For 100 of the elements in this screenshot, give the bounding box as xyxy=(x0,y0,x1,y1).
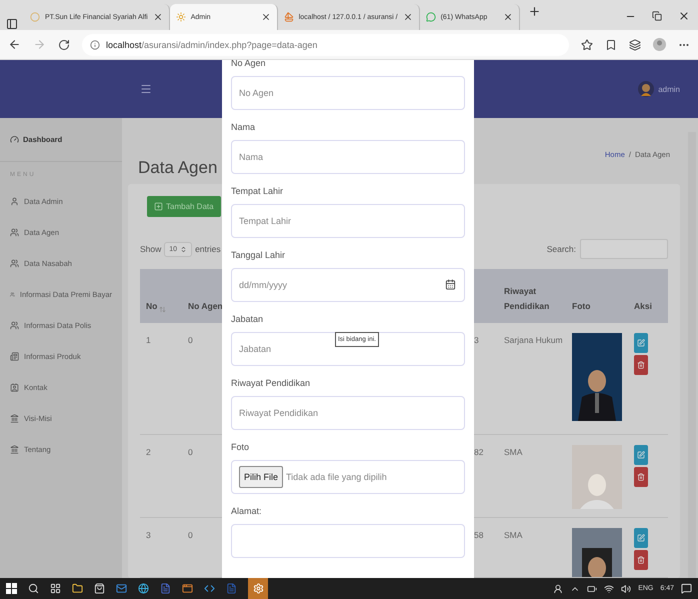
sun-icon xyxy=(176,12,186,22)
gear-icon xyxy=(252,583,264,594)
column-header[interactable]: Riwayat Pendidikan xyxy=(498,269,566,323)
word-icon[interactable] xyxy=(226,583,237,594)
restore-icon[interactable] xyxy=(652,11,662,21)
info-icon xyxy=(90,40,100,50)
profile-icon[interactable] xyxy=(653,38,666,51)
browser-icon[interactable] xyxy=(138,583,149,594)
building-icon xyxy=(10,414,19,423)
sailboat-icon xyxy=(284,12,294,22)
battery-icon xyxy=(587,584,598,594)
calendar-icon[interactable] xyxy=(445,279,456,290)
scrollbar[interactable] xyxy=(688,132,696,578)
close-icon[interactable] xyxy=(678,10,690,22)
building-icon xyxy=(10,445,19,454)
choose-file-button[interactable]: Pilih File xyxy=(239,466,284,488)
edit-icon xyxy=(637,534,645,542)
edit-button[interactable] xyxy=(634,445,648,465)
newspaper-icon xyxy=(10,352,19,361)
delete-button[interactable] xyxy=(634,355,648,375)
plus-icon xyxy=(154,202,163,211)
avatar-icon[interactable] xyxy=(638,81,654,97)
field-label: Tempat Lahir xyxy=(231,186,284,196)
notifications-icon[interactable] xyxy=(681,583,692,594)
edit-icon xyxy=(637,339,645,347)
trash-icon xyxy=(637,473,645,481)
table-cell-text: 0 xyxy=(188,334,193,347)
trash-icon xyxy=(637,556,645,564)
table-cell-text: 58 xyxy=(474,529,484,542)
mail-icon[interactable] xyxy=(116,583,127,594)
field-label: Jabatan xyxy=(231,314,264,324)
table-cell-text: 82 xyxy=(474,446,484,459)
users-icon xyxy=(10,321,19,330)
field-label: Tanggal Lahir xyxy=(231,250,286,260)
column-header[interactable]: Foto xyxy=(566,269,628,323)
file-status: Tidak ada file yang dipilih xyxy=(286,472,387,482)
table-cell-text: 3 xyxy=(146,529,151,542)
delete-button[interactable] xyxy=(634,550,648,570)
page-title: Data Agen xyxy=(138,158,218,178)
delete-button[interactable] xyxy=(634,467,648,487)
collections-icon[interactable] xyxy=(629,38,641,50)
close-icon[interactable] xyxy=(260,12,271,22)
table-cell-text: 0 xyxy=(188,446,193,459)
file-input[interactable]: Pilih File Tidak ada file yang dipilih xyxy=(231,460,465,494)
input-field[interactable]: Nama xyxy=(231,140,465,174)
task-view-icon[interactable] xyxy=(50,583,61,594)
reload-icon[interactable] xyxy=(58,38,70,50)
input-field[interactable]: Tempat Lahir xyxy=(231,204,465,238)
contact-card-icon xyxy=(10,383,19,392)
add-data-button[interactable]: Tambah Data xyxy=(147,196,221,217)
star-icon[interactable] xyxy=(581,38,593,50)
url-text: localhost/asuransi/admin/index.php?page=data-agen xyxy=(106,40,318,50)
field-label: Nama xyxy=(231,122,256,132)
users-icon xyxy=(10,290,15,299)
table-cell-text: SMA xyxy=(504,529,522,542)
table-cell-text: 1 xyxy=(146,334,151,347)
close-icon[interactable] xyxy=(152,12,163,22)
table-cell-text: 3 xyxy=(474,334,479,347)
search-field[interactable] xyxy=(580,239,668,259)
chat-icon xyxy=(426,12,436,22)
document-icon[interactable] xyxy=(160,583,171,594)
edit-button[interactable] xyxy=(634,528,648,548)
close-icon[interactable] xyxy=(402,12,413,22)
windows-logo-icon[interactable] xyxy=(6,583,17,594)
sort-icon xyxy=(159,306,166,313)
people-icon xyxy=(553,584,564,594)
code-editor-icon[interactable] xyxy=(204,583,215,594)
tab-actions-icon[interactable] xyxy=(6,18,18,30)
column-header[interactable]: Aksi xyxy=(628,269,668,323)
user-icon xyxy=(10,197,19,206)
app-icon[interactable] xyxy=(182,583,193,594)
address-bar[interactable]: localhost/asuransi/admin/index.php?page=data-agen xyxy=(82,34,569,56)
input-field[interactable]: No Agen xyxy=(231,76,465,110)
menu-icon[interactable] xyxy=(140,83,152,95)
circle-icon xyxy=(30,12,40,22)
date-field[interactable]: dd/mm/yyyy xyxy=(231,268,465,302)
edit-button[interactable] xyxy=(634,333,648,353)
favorites-icon[interactable] xyxy=(605,38,617,50)
new-tab-icon[interactable] xyxy=(528,5,541,18)
field-label: Riwayat Pendidikan xyxy=(231,378,312,388)
taskbar-app[interactable] xyxy=(248,578,268,599)
trash-icon xyxy=(637,361,645,369)
folder-icon[interactable] xyxy=(72,583,83,594)
wifi-icon xyxy=(604,584,614,594)
search-label: Search: xyxy=(546,244,576,254)
table-cell-text: Sarjana Hukum xyxy=(504,334,563,347)
field-label: Alamat: xyxy=(231,506,263,516)
back-arrow-icon[interactable] xyxy=(8,38,21,51)
show-label: Show xyxy=(140,244,162,254)
select-arrows-icon xyxy=(180,246,188,252)
store-icon[interactable] xyxy=(94,583,105,594)
user-name: admin xyxy=(658,84,680,94)
users-icon xyxy=(10,228,19,237)
close-icon[interactable] xyxy=(502,12,513,22)
volume-icon[interactable] xyxy=(621,584,632,594)
field-label: No Agen xyxy=(231,60,267,68)
edit-icon xyxy=(637,451,645,459)
search-icon[interactable] xyxy=(28,583,39,594)
column-header[interactable]: No xyxy=(140,269,182,323)
input-field[interactable]: Riwayat Pendidikan xyxy=(231,396,465,430)
